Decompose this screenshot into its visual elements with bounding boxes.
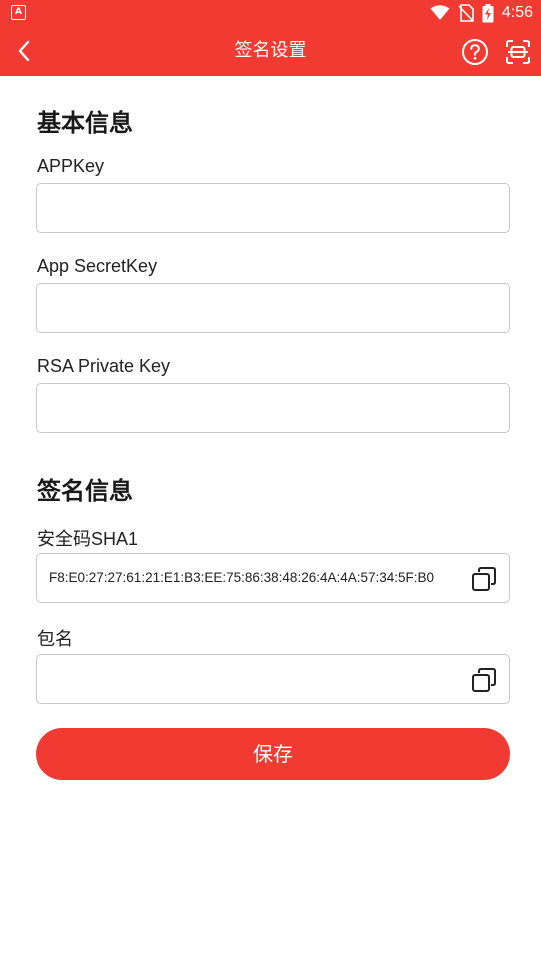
app-key-label: APPKey bbox=[37, 156, 105, 176]
copy-icon[interactable] bbox=[471, 566, 497, 592]
rsa-private-key-label: RSA Private Key bbox=[37, 356, 171, 376]
app-notification-icon: A bbox=[11, 5, 26, 20]
rsa-private-key-input[interactable] bbox=[37, 384, 509, 432]
app-key-input[interactable] bbox=[37, 184, 509, 232]
package-name-field bbox=[36, 654, 510, 704]
package-name-label: 包名 bbox=[37, 629, 73, 649]
app-secret-key-field[interactable] bbox=[36, 283, 510, 333]
sha1-label: 安全码SHA1 bbox=[37, 529, 139, 549]
app-secret-key-input[interactable] bbox=[37, 284, 509, 332]
scan-icon[interactable] bbox=[505, 39, 531, 65]
signature-info-heading: 签名信息 bbox=[37, 477, 133, 505]
save-button[interactable]: 保存 bbox=[36, 728, 510, 780]
status-bar: A 4:56 bbox=[0, 0, 541, 26]
copy-icon[interactable] bbox=[471, 667, 497, 693]
sha1-field: F8:E0:27:27:61:21:E1:B3:EE:75:86:38:48:2… bbox=[36, 553, 510, 603]
no-sim-icon bbox=[458, 4, 474, 22]
basic-info-heading: 基本信息 bbox=[37, 109, 133, 137]
app-toolbar: 签名设置 bbox=[0, 26, 541, 76]
page-title: 签名设置 bbox=[234, 40, 307, 61]
clock: 4:56 bbox=[501, 4, 533, 21]
battery-charging-icon bbox=[482, 3, 494, 22]
sha1-value: F8:E0:27:27:61:21:E1:B3:EE:75:86:38:48:2… bbox=[49, 570, 435, 585]
app-key-field[interactable] bbox=[36, 183, 510, 233]
rsa-private-key-field[interactable] bbox=[36, 383, 510, 433]
help-icon[interactable] bbox=[461, 38, 489, 66]
app-secret-key-label: App SecretKey bbox=[37, 256, 158, 276]
wifi-icon bbox=[430, 5, 450, 20]
system-icons: 4:56 bbox=[430, 2, 533, 24]
